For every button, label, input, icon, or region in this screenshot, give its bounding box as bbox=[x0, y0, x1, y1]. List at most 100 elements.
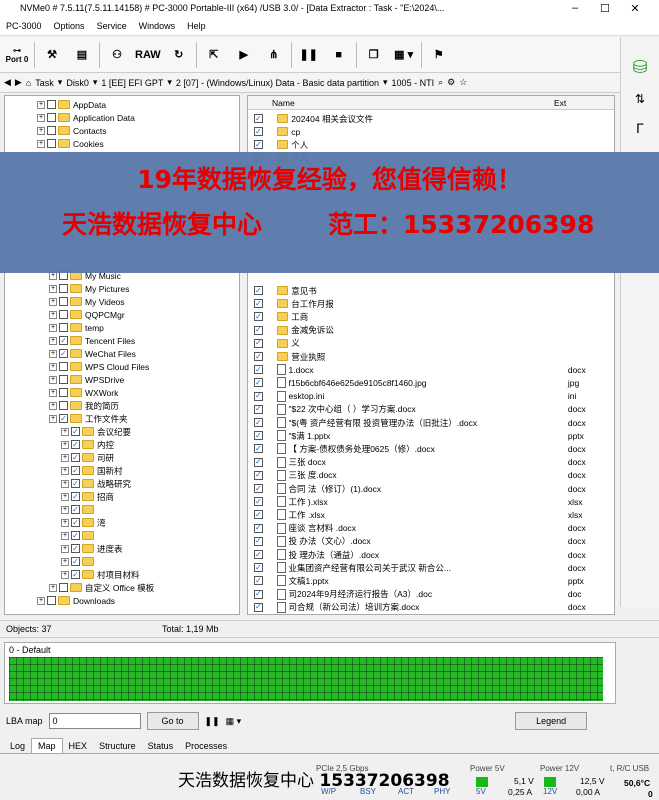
file-row[interactable]: ✓ 司2024年9月经济运行报告（A3）.doc doc bbox=[248, 588, 614, 601]
file-checkbox[interactable]: ✓ bbox=[254, 457, 263, 467]
expand-icon[interactable]: + bbox=[49, 284, 57, 293]
tree-checkbox[interactable] bbox=[59, 401, 68, 410]
file-checkbox[interactable]: ✓ bbox=[254, 484, 263, 493]
tree-item[interactable]: + temp bbox=[49, 321, 104, 334]
expand-icon[interactable]: + bbox=[61, 440, 69, 449]
file-row[interactable]: ✓ 座谈 言材料 .docx docx bbox=[248, 522, 614, 535]
lba-input[interactable]: 0 bbox=[48, 713, 141, 729]
file-row[interactable]: ✓ 司合规（新公司法）培训方案.docx docx bbox=[248, 601, 614, 614]
menu-help[interactable]: Help bbox=[181, 21, 212, 31]
file-checkbox[interactable]: ✓ bbox=[254, 523, 263, 533]
expand-icon[interactable]: + bbox=[37, 596, 45, 605]
file-row[interactable]: ✓ "$满 1.pptx pptx bbox=[248, 429, 614, 442]
tree-item[interactable]: + ✓ 湾 bbox=[61, 516, 106, 529]
tree-item[interactable]: + Downloads bbox=[37, 594, 115, 607]
file-row[interactable]: ✓ "$22 次中心组（ ）学习方案.docx docx bbox=[248, 403, 614, 416]
tree-item[interactable]: + AppData bbox=[37, 98, 106, 111]
expand-icon[interactable]: + bbox=[61, 570, 69, 579]
play-icon[interactable]: ▶ bbox=[231, 41, 257, 69]
network-icon[interactable]: ⋔ bbox=[261, 41, 287, 69]
column-name[interactable]: Name bbox=[272, 98, 295, 108]
expand-icon[interactable]: + bbox=[37, 139, 45, 148]
file-checkbox[interactable]: ✓ bbox=[254, 576, 263, 586]
file-checkbox[interactable]: ✓ bbox=[254, 589, 263, 599]
tree-item[interactable]: + WPS Cloud Files bbox=[49, 360, 149, 373]
tree-checkbox[interactable] bbox=[47, 100, 56, 109]
tree-item[interactable]: + My Pictures bbox=[49, 282, 129, 295]
file-checkbox[interactable]: ✓ bbox=[254, 286, 263, 295]
tree-item[interactable]: + ✓ 国新村 bbox=[61, 464, 123, 477]
tree-checkbox[interactable] bbox=[47, 113, 56, 122]
file-checkbox[interactable]: ✓ bbox=[254, 127, 263, 136]
search-icon[interactable]: ⌕ bbox=[438, 77, 443, 88]
path-disk[interactable]: Disk0 bbox=[66, 78, 89, 88]
file-row[interactable]: ✓ 个人 bbox=[248, 138, 614, 151]
tree-item[interactable]: + ✓ bbox=[61, 555, 97, 568]
file-checkbox[interactable]: ✓ bbox=[254, 550, 263, 559]
tree-item[interactable]: + WXWork bbox=[49, 386, 118, 399]
copy-icon[interactable]: ❐ bbox=[361, 41, 387, 69]
file-row[interactable]: ✓ 工作 ).xlsx xlsx bbox=[248, 495, 614, 508]
tools-icon[interactable]: ⚒ bbox=[39, 41, 65, 69]
tree-item[interactable]: + ✓ bbox=[61, 503, 97, 516]
file-checkbox[interactable]: ✓ bbox=[254, 497, 263, 507]
expand-icon[interactable]: + bbox=[61, 505, 69, 514]
tree-item[interactable]: + WPSDrive bbox=[49, 373, 124, 386]
expand-icon[interactable]: + bbox=[49, 388, 57, 397]
file-checkbox[interactable]: ✓ bbox=[254, 114, 263, 123]
tree-item[interactable]: + ✓ Tencent Files bbox=[49, 334, 135, 347]
expand-icon[interactable]: + bbox=[37, 113, 45, 122]
tree-checkbox[interactable] bbox=[59, 310, 68, 319]
favorite-icon[interactable]: ☆ bbox=[459, 77, 467, 88]
expand-icon[interactable]: + bbox=[61, 453, 69, 462]
database-icon[interactable]: ⛁ bbox=[632, 57, 647, 78]
file-checkbox[interactable]: ✓ bbox=[254, 536, 263, 546]
tree-checkbox[interactable]: ✓ bbox=[71, 479, 80, 488]
export-icon[interactable]: ⇱ bbox=[201, 41, 227, 69]
path-partition2[interactable]: 2 [07] - (Windows/Linux) Data - Basic da… bbox=[176, 78, 379, 88]
tree-checkbox[interactable]: ✓ bbox=[59, 336, 68, 345]
file-row[interactable]: ✓ 【 方案-债权债务处理0625（修）.docx docx bbox=[248, 442, 614, 455]
pause-icon[interactable]: ❚❚ bbox=[205, 716, 220, 727]
expand-icon[interactable]: + bbox=[49, 336, 57, 345]
tree-checkbox[interactable]: ✓ bbox=[59, 414, 68, 423]
tree-checkbox[interactable]: ✓ bbox=[71, 531, 80, 540]
expand-icon[interactable]: + bbox=[49, 362, 57, 371]
expand-icon[interactable]: + bbox=[49, 323, 57, 332]
tree-checkbox[interactable] bbox=[59, 323, 68, 332]
map-grid[interactable] bbox=[9, 657, 603, 701]
goto-button[interactable]: Go to bbox=[146, 712, 199, 730]
tree-item[interactable]: + ✓ 会议纪要 bbox=[61, 425, 131, 438]
image-icon[interactable]: ▦ ▾ bbox=[226, 716, 242, 727]
expand-icon[interactable]: + bbox=[49, 583, 57, 592]
expand-icon[interactable]: + bbox=[61, 466, 69, 475]
file-checkbox[interactable]: ✓ bbox=[254, 391, 263, 401]
tree-item[interactable]: + My Videos bbox=[49, 295, 125, 308]
tree-checkbox[interactable]: ✓ bbox=[71, 492, 80, 501]
tree-checkbox[interactable]: ✓ bbox=[71, 440, 80, 449]
file-checkbox[interactable]: ✓ bbox=[254, 365, 263, 375]
file-row[interactable]: ✓ 投 理办法（通益）.docx docx bbox=[248, 548, 614, 561]
expand-icon[interactable]: + bbox=[49, 401, 57, 410]
file-checkbox[interactable]: ✓ bbox=[254, 510, 263, 520]
tree-checkbox[interactable] bbox=[59, 362, 68, 371]
tree-item[interactable]: + Application Data bbox=[37, 111, 135, 124]
menu-windows[interactable]: Windows bbox=[133, 21, 182, 31]
menu-options[interactable]: Options bbox=[48, 21, 91, 31]
file-row[interactable]: ✓ esktop.ini ini bbox=[248, 390, 614, 403]
expand-icon[interactable]: + bbox=[49, 310, 57, 319]
tree-checkbox[interactable]: ✓ bbox=[71, 505, 80, 514]
file-row[interactable]: ✓ 义 bbox=[248, 337, 614, 350]
file-checkbox[interactable]: ✓ bbox=[254, 431, 263, 441]
tree-item[interactable]: + ✓ 内控 bbox=[61, 438, 114, 451]
chevron-down-icon[interactable]: ▾ bbox=[93, 77, 98, 88]
expand-icon[interactable]: + bbox=[49, 349, 57, 358]
tree-checkbox[interactable] bbox=[47, 596, 56, 605]
run-icon[interactable]: ⚑ bbox=[426, 41, 452, 69]
file-checkbox[interactable]: ✓ bbox=[254, 378, 263, 388]
binoculars-icon[interactable]: ⚇ bbox=[104, 41, 130, 69]
tree-checkbox[interactable]: ✓ bbox=[71, 557, 80, 566]
path-partition1[interactable]: 1 [EE] EFI GPT bbox=[101, 78, 163, 88]
file-row[interactable]: ✓ 投 办法（文心）.docx docx bbox=[248, 535, 614, 548]
file-row[interactable]: ✓ 营业执照 bbox=[248, 350, 614, 363]
